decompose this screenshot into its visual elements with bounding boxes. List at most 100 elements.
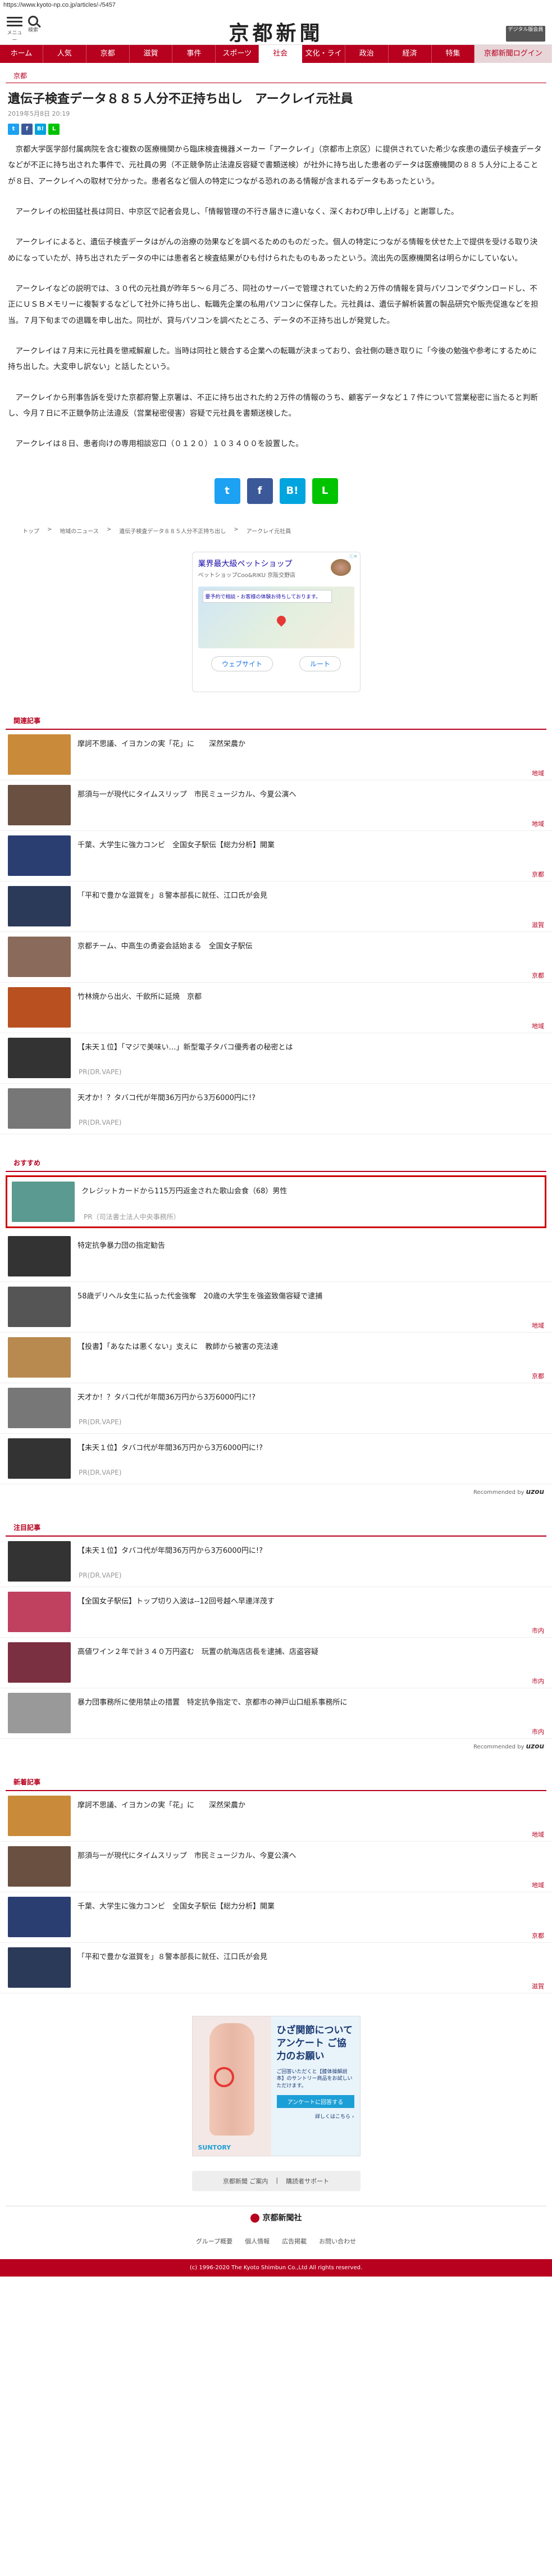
region-tag[interactable]: 滋賀 xyxy=(532,920,544,929)
recommended-by[interactable]: Recommended by uzou xyxy=(0,1484,552,1499)
list-item-title[interactable]: 【未天１位】タバコ代が年間36万円から3万6000円に!? xyxy=(71,1438,270,1456)
footer-logo[interactable]: 京都新聞社 xyxy=(6,2205,546,2229)
article-thumbnail[interactable] xyxy=(8,1438,71,1479)
list-item[interactable]: 58歳デリヘル女生に払った代金強奪 20歳の大学生を強盗致傷容疑で逮捕地域 xyxy=(0,1282,552,1333)
article-thumbnail[interactable] xyxy=(8,1591,71,1632)
article-thumbnail[interactable] xyxy=(8,1235,71,1276)
nav-item-8[interactable]: 政治 xyxy=(345,45,389,63)
line-icon[interactable]: L xyxy=(312,478,338,504)
line-icon[interactable]: L xyxy=(48,124,60,135)
digital-member-button[interactable]: デジタル版会員 xyxy=(506,26,545,42)
list-item-title[interactable]: 京都チーム、中高生の勇姿会話始まる 全国女子駅伝 xyxy=(71,937,259,954)
region-tag[interactable]: 市内 xyxy=(532,1727,544,1736)
breadcrumb-item[interactable]: 地域のニュース xyxy=(60,526,99,535)
list-item[interactable]: 千葉、大学生に強力コンビ 全国女子駅伝【総力分析】開業 京都 xyxy=(0,1892,552,1943)
list-item[interactable]: 那須与一が現代にタイムスリップ 市民ミュージカル、今夏公演へ 地域 xyxy=(0,1842,552,1892)
article-thumbnail[interactable] xyxy=(8,1387,71,1428)
breadcrumb-item[interactable]: 遺伝子検査データ８８５人分不正持ち出し xyxy=(119,526,226,535)
breadcrumb-item[interactable]: アークレイ元社員 xyxy=(247,526,291,535)
list-item[interactable]: 千葉、大学生に強力コンビ 全国女子駅伝【総力分析】開業 京都 xyxy=(0,831,552,882)
region-tag[interactable]: 市内 xyxy=(532,1677,544,1685)
article-thumbnail[interactable] xyxy=(8,835,71,876)
nav-item-1[interactable]: 人気 xyxy=(43,45,86,63)
article-thumbnail[interactable] xyxy=(8,987,71,1028)
hatena-icon[interactable]: B! xyxy=(35,124,46,135)
ad-choices-icon[interactable]: ⓘ✕ xyxy=(349,553,358,560)
list-item[interactable]: 暴力団事務所に使用禁止の措置 特定抗争指定で、京都市の神戸山口組系事務所に市内 xyxy=(0,1688,552,1739)
region-tag[interactable]: 地域 xyxy=(532,769,544,778)
list-item[interactable]: 高値ワイン２年で計３４０万円盗む 玩置の航海店店長を逮捕、店盗容疑市内 xyxy=(0,1638,552,1688)
list-item-title[interactable]: 「平和で豊かな滋賀を」８警本部長に就任、江口氏が会見 xyxy=(71,886,274,903)
list-item[interactable]: 【未天１位】タバコ代が年間36万円から3万6000円に!? PR(DR.VAPE) xyxy=(0,1537,552,1587)
footer-nav-item[interactable]: グループ概要 xyxy=(196,2237,232,2246)
twitter-icon[interactable]: t xyxy=(8,124,19,135)
ad-suntory[interactable]: SUNTORY ひざ関節について アンケート ご協力のお願い ご回答いただくと【… xyxy=(191,2015,361,2156)
region-tag[interactable]: 滋賀 xyxy=(532,1982,544,1991)
article-thumbnail[interactable] xyxy=(8,885,71,926)
region-tag[interactable]: 地域 xyxy=(532,1830,544,1839)
nav-item-10[interactable]: 特集 xyxy=(432,45,475,63)
article-thumbnail[interactable] xyxy=(8,734,71,775)
list-item-title[interactable]: 「平和で豊かな滋賀を」８警本部長に就任、江口氏が会見 xyxy=(71,1947,274,1965)
nav-item-7[interactable]: 文化・ライフ xyxy=(302,45,345,76)
list-item[interactable]: クレジットカードから115万円返金された歌山会食（68）男性 PR（司法書士法人中… xyxy=(6,1175,546,1228)
list-item[interactable]: 摩訶不思議、イヨカンの実「花」に 深然栄農か地域 xyxy=(0,1791,552,1842)
list-item[interactable]: 天才か！？タバコ代が年間36万円から3万6000円に!? PR(DR.VAPE) xyxy=(0,1383,552,1434)
list-item[interactable]: 「平和で豊かな滋賀を」８警本部長に就任、江口氏が会見滋賀 xyxy=(0,882,552,932)
site-logo[interactable]: 京都新聞 xyxy=(0,17,552,46)
breadcrumb-item[interactable]: トップ xyxy=(22,526,39,535)
list-item[interactable]: 摩訶不思議、イヨカンの実「花」に 深然栄農か 地域 xyxy=(0,730,552,780)
nav-item-3[interactable]: 滋賀 xyxy=(130,45,173,63)
nav-item-6[interactable]: 社会 xyxy=(259,45,303,63)
article-thumbnail[interactable] xyxy=(8,1286,71,1327)
list-item-title[interactable]: 【全国女子駅伝】トップ切り入波は--12回号越へ早連洋茂す xyxy=(71,1592,281,1609)
list-item-title[interactable]: 58歳デリヘル女生に払った代金強奪 20歳の大学生を強盗致傷容疑で逮捕 xyxy=(71,1287,329,1304)
region-tag[interactable]: 京都 xyxy=(532,1371,544,1380)
article-section[interactable]: 京都 xyxy=(6,63,546,83)
nav-item-11[interactable]: 京都新聞ログイン xyxy=(475,45,552,63)
region-tag[interactable]: 地域 xyxy=(532,1880,544,1889)
ad-route-button[interactable]: ルート xyxy=(299,656,341,671)
recommended-by-2[interactable]: Recommended by uzou xyxy=(0,1739,552,1753)
list-item[interactable]: 那須与一が現代にタイムスリップ 市民ミュージカル、今夏公演へ 地域 xyxy=(0,780,552,831)
list-item-title[interactable]: 千葉、大学生に強力コンビ 全国女子駅伝【総力分析】開業 xyxy=(71,835,281,853)
list-item-title[interactable]: 【投書】「あなたは悪くない」支えに 教師から被害の克法達 xyxy=(71,1337,285,1355)
list-item[interactable]: 京都チーム、中高生の勇姿会話始まる 全国女子駅伝京都 xyxy=(0,932,552,983)
list-item-title[interactable]: 暴力団事務所に使用禁止の措置 特定抗争指定で、京都市の神戸山口組系事務所に xyxy=(71,1693,354,1710)
ad-pet-shop[interactable]: ⓘ✕ 業界最大級ペットショップ ペットショップCoo&RIKU 京阪交野店 要予… xyxy=(191,551,361,692)
article-thumbnail[interactable] xyxy=(8,1947,71,1988)
nav-item-0[interactable]: ホーム xyxy=(0,45,43,63)
article-thumbnail[interactable] xyxy=(8,936,71,977)
list-item-title[interactable]: 高値ワイン２年で計３４０万円盗む 玩置の航海店店長を逮捕、店盗容疑 xyxy=(71,1642,325,1660)
list-item[interactable]: 【未天１位】タバコ代が年間36万円から3万6000円に!? PR(DR.VAPE) xyxy=(0,1434,552,1484)
nav-item-5[interactable]: スポーツ xyxy=(216,45,259,63)
article-thumbnail[interactable] xyxy=(8,784,71,825)
article-thumbnail[interactable] xyxy=(12,1181,75,1222)
article-thumbnail[interactable] xyxy=(8,1846,71,1887)
article-thumbnail[interactable] xyxy=(8,1088,71,1129)
list-item[interactable]: 竹林焼から出火、千飲所に延焼 京都地域 xyxy=(0,983,552,1033)
region-tag[interactable]: 地域 xyxy=(532,1321,544,1330)
ad2-more-link[interactable]: 詳しくはこちら › xyxy=(277,2112,354,2120)
hatena-icon[interactable]: B! xyxy=(279,478,305,504)
list-item-title[interactable]: 竹林焼から出火、千飲所に延焼 京都 xyxy=(71,987,208,1005)
footer-nav-item[interactable]: 広告掲載 xyxy=(282,2237,307,2246)
region-tag[interactable]: 京都 xyxy=(532,1931,544,1940)
article-thumbnail[interactable] xyxy=(8,1896,71,1937)
nav-item-9[interactable]: 経済 xyxy=(389,45,432,63)
list-item-title[interactable]: 那須与一が現代にタイムスリップ 市民ミュージカル、今夏公演へ xyxy=(71,785,303,802)
footer-nav-item[interactable]: お問い合わせ xyxy=(319,2237,356,2246)
region-tag[interactable]: 京都 xyxy=(532,971,544,980)
nav-item-2[interactable]: 京都 xyxy=(86,45,130,63)
ad-map[interactable]: 要予約で相談・お客様の体験お待ちしております。 xyxy=(198,586,354,648)
list-item[interactable]: 【全国女子駅伝】トップ切り入波は--12回号越へ早連洋茂す市内 xyxy=(0,1587,552,1638)
region-tag[interactable]: 地域 xyxy=(532,1021,544,1030)
article-thumbnail[interactable] xyxy=(8,1541,71,1582)
footer-support-link[interactable]: 購読者サポート xyxy=(286,2177,329,2186)
facebook-icon[interactable]: f xyxy=(21,124,33,135)
region-tag[interactable]: 市内 xyxy=(532,1626,544,1635)
list-item-title[interactable]: 天才か！？タバコ代が年間36万円から3万6000円に!? xyxy=(71,1088,262,1106)
list-item[interactable]: 特定抗争暴力団の指定勧告 xyxy=(0,1232,552,1282)
list-item-title[interactable]: 摩訶不思議、イヨカンの実「花」に 深然栄農か xyxy=(71,1796,252,1813)
footer-guide-link[interactable]: 京都新聞 ご案内 xyxy=(223,2177,268,2186)
